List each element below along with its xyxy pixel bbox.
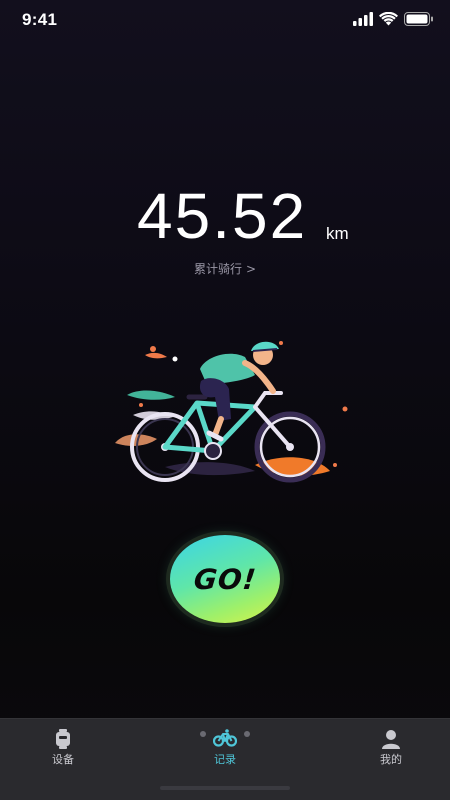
distance-summary: 45.52 km 累计骑行 >: [0, 180, 450, 290]
bicycle-icon: [212, 729, 238, 751]
tab-devices[interactable]: 设备: [8, 719, 118, 789]
total-distance-value: 45.52: [137, 180, 308, 252]
chevron-right-icon: >: [245, 262, 257, 276]
go-start-button[interactable]: GO!: [170, 535, 280, 623]
watch-icon: [54, 729, 72, 753]
distance-unit: km: [326, 224, 349, 243]
battery-icon: [404, 12, 434, 26]
cyclist-illustration: [105, 335, 355, 485]
cellular-signal-icon: [353, 12, 373, 26]
tab-mine[interactable]: 我的: [336, 719, 446, 789]
go-button-label: GO!: [191, 562, 259, 596]
status-icons: [353, 10, 434, 28]
status-time: 9:41: [22, 10, 58, 29]
app-screen: 9:41 45.52 km 累计骑行 > GO! 设备 记录 我的: [0, 0, 450, 800]
home-indicator: [160, 786, 290, 790]
user-icon: [381, 729, 401, 753]
tab-devices-label: 设备: [52, 753, 74, 766]
wifi-icon: [379, 12, 398, 26]
cumulative-riding-link[interactable]: 累计骑行 >: [0, 260, 450, 277]
cumulative-riding-label: 累计骑行: [193, 262, 242, 276]
status-bar: 9:41: [0, 0, 450, 40]
tab-mine-label: 我的: [380, 753, 402, 766]
tab-records-label: 记录: [214, 753, 236, 766]
tab-records[interactable]: 记录: [170, 719, 280, 789]
